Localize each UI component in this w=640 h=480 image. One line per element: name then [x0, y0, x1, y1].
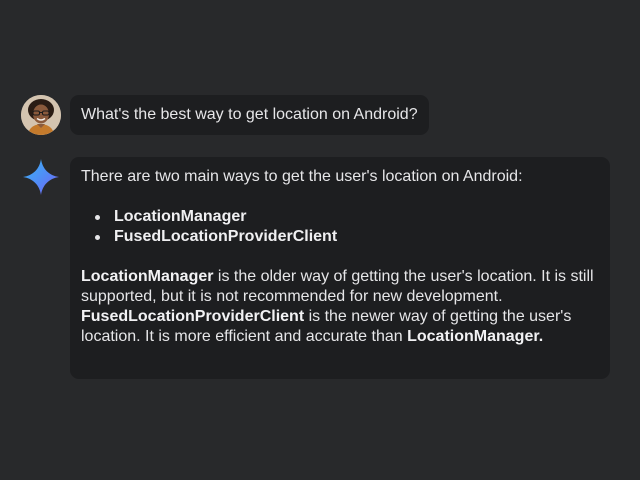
location-options-list: LocationManager FusedLocationProviderCli…	[81, 207, 599, 247]
list-item: LocationManager	[95, 207, 599, 227]
user-message-bubble: What's the best way to get location on A…	[70, 95, 429, 135]
term-location-manager: LocationManager	[81, 268, 214, 285]
assistant-message-bubble: There are two main ways to get the user'…	[70, 157, 610, 379]
user-avatar	[21, 95, 61, 135]
term-location-manager: LocationManager.	[407, 328, 544, 345]
list-item: FusedLocationProviderClient	[95, 227, 599, 247]
reply-explanation: LocationManager is the older way of gett…	[81, 267, 599, 347]
gemini-sparkle-icon	[21, 157, 61, 197]
term-fused-provider: FusedLocationProviderClient	[81, 308, 305, 325]
reply-intro: There are two main ways to get the user'…	[81, 168, 523, 185]
user-avatar-icon	[21, 95, 61, 135]
user-message-text: What's the best way to get location on A…	[81, 106, 418, 123]
